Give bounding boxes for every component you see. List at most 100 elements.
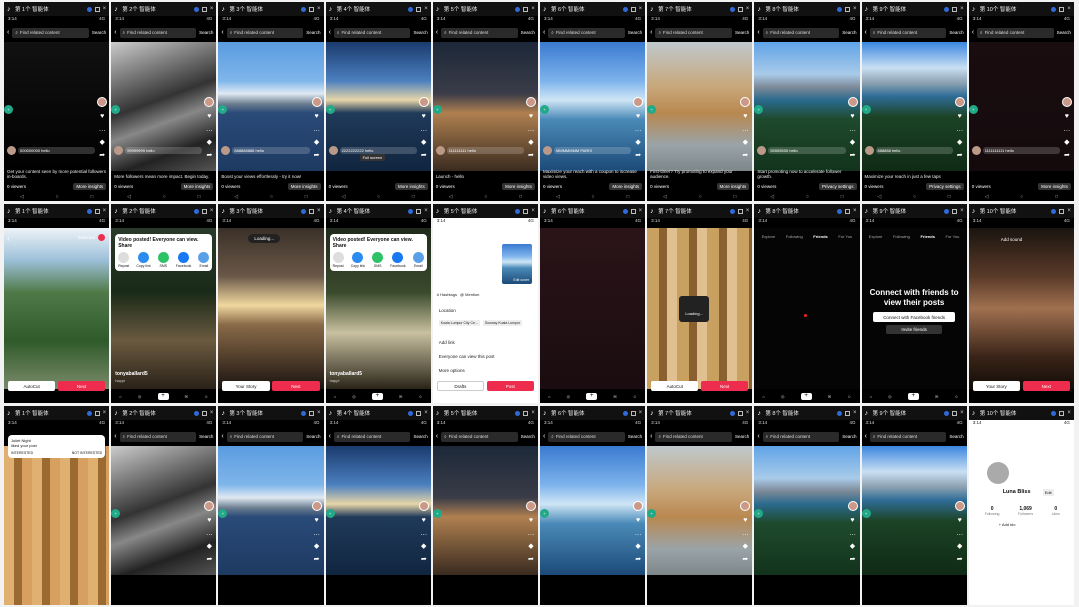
- bookmark-icon[interactable]: ◆: [849, 543, 856, 550]
- search-button[interactable]: Search: [949, 30, 963, 35]
- back-icon[interactable]: ‹: [114, 29, 116, 36]
- maximize-button[interactable]: [844, 6, 850, 12]
- create-button[interactable]: +: [586, 392, 598, 400]
- maximize-button[interactable]: [630, 6, 636, 12]
- friends-icon[interactable]: ◎: [138, 394, 142, 399]
- more-insights-button[interactable]: More insights: [716, 183, 750, 190]
- close-button[interactable]: ×: [960, 410, 964, 416]
- close-button[interactable]: ×: [960, 208, 964, 214]
- search-button[interactable]: Search: [842, 30, 856, 35]
- search-button[interactable]: Search: [949, 434, 963, 439]
- search-input[interactable]: ⌕ Find related content: [333, 431, 411, 442]
- like-icon[interactable]: ♥: [635, 113, 642, 120]
- tab-friends[interactable]: Friends: [813, 234, 827, 239]
- full-screen-button[interactable]: Full screen: [359, 154, 386, 161]
- creator-avatar[interactable]: [97, 97, 108, 107]
- back-icon[interactable]: ‹: [650, 29, 652, 36]
- more-insights-button[interactable]: More insights: [180, 183, 214, 190]
- back-icon[interactable]: ‹: [865, 29, 867, 36]
- not-interested-button[interactable]: NOT INTERESTED: [72, 451, 102, 455]
- share-icon[interactable]: ➦: [313, 152, 320, 159]
- tab-foryou[interactable]: For You: [946, 234, 960, 239]
- maximize-button[interactable]: [309, 410, 315, 416]
- mention-button[interactable]: @ Mention: [460, 292, 479, 297]
- create-button[interactable]: +: [907, 392, 919, 400]
- video-frame[interactable]: [325, 446, 431, 575]
- bookmark-icon[interactable]: ◆: [635, 543, 642, 550]
- video-frame[interactable]: [432, 446, 538, 575]
- search-button[interactable]: Search: [628, 30, 642, 35]
- share-icon[interactable]: ➦: [420, 556, 427, 563]
- maximize-button[interactable]: [952, 208, 958, 214]
- location-chip[interactable]: Kuala Lumpur City Ce...: [438, 320, 480, 326]
- tab-following[interactable]: Following: [786, 234, 803, 239]
- next-button[interactable]: Next: [272, 381, 320, 391]
- bookmark-icon[interactable]: ◆: [313, 139, 320, 146]
- inbox-icon[interactable]: ✉: [828, 394, 831, 399]
- back-icon[interactable]: ‹: [329, 29, 331, 36]
- maximize-button[interactable]: [952, 6, 958, 12]
- tab-friends[interactable]: Friends: [920, 234, 934, 239]
- like-icon[interactable]: ♥: [635, 517, 642, 524]
- back-icon[interactable]: ‹: [757, 29, 759, 36]
- maximize-button[interactable]: [416, 410, 422, 416]
- bookmark-icon[interactable]: ◆: [635, 139, 642, 146]
- home-icon[interactable]: ⌂: [119, 394, 121, 399]
- recent-nav-icon[interactable]: □: [90, 194, 93, 200]
- back-nav-icon[interactable]: ◁: [877, 194, 881, 200]
- close-button[interactable]: ×: [317, 208, 321, 214]
- search-button[interactable]: Search: [628, 434, 642, 439]
- share-icon[interactable]: ➦: [635, 152, 642, 159]
- search-input[interactable]: ⌕ Find related content: [655, 27, 733, 38]
- search-input[interactable]: ⌕ Find related content: [119, 27, 197, 38]
- recent-nav-icon[interactable]: □: [519, 194, 522, 200]
- close-button[interactable]: ×: [317, 410, 321, 416]
- privacy-settings-button[interactable]: Privacy settings: [926, 183, 964, 190]
- search-input[interactable]: ⌕ Find related content: [119, 431, 197, 442]
- back-nav-icon[interactable]: ◁: [985, 194, 989, 200]
- bookmark-icon[interactable]: ◆: [742, 139, 749, 146]
- home-nav-icon[interactable]: ○: [377, 194, 380, 200]
- inbox-icon[interactable]: ✉: [185, 394, 188, 399]
- share-icon[interactable]: ➦: [1063, 152, 1070, 159]
- maximize-button[interactable]: [523, 410, 529, 416]
- close-button[interactable]: ×: [103, 410, 107, 416]
- share-option-copy-link[interactable]: Copy link: [351, 252, 365, 268]
- creator-avatar[interactable]: [311, 97, 322, 107]
- video-frame[interactable]: [539, 446, 646, 575]
- maximize-button[interactable]: [523, 208, 529, 214]
- search-button[interactable]: Search: [413, 30, 427, 35]
- like-icon[interactable]: ♥: [313, 113, 320, 120]
- search-button[interactable]: Search: [306, 30, 320, 35]
- maximize-button[interactable]: [1059, 208, 1065, 214]
- bookmark-icon[interactable]: ◆: [313, 543, 320, 550]
- comment-icon[interactable]: …: [420, 530, 427, 537]
- recent-nav-icon[interactable]: □: [948, 194, 951, 200]
- share-icon[interactable]: ➦: [206, 556, 213, 563]
- like-icon[interactable]: ♥: [849, 517, 856, 524]
- close-button[interactable]: ×: [103, 6, 107, 12]
- share-option-facebook[interactable]: Facebook: [176, 252, 191, 268]
- edit-cover-button[interactable]: Edit cover: [513, 278, 529, 282]
- home-nav-icon[interactable]: ○: [806, 194, 809, 200]
- close-button[interactable]: ×: [639, 208, 643, 214]
- comment-icon[interactable]: …: [956, 530, 963, 537]
- search-input[interactable]: ⌕ Find related content: [655, 431, 733, 442]
- bookmark-icon[interactable]: ◆: [206, 139, 213, 146]
- home-icon[interactable]: ⌂: [334, 394, 336, 399]
- share-icon[interactable]: ➦: [742, 556, 749, 563]
- recent-nav-icon[interactable]: □: [733, 194, 736, 200]
- creator-avatar[interactable]: [633, 97, 644, 107]
- home-nav-icon[interactable]: ○: [163, 194, 166, 200]
- video-frame[interactable]: [4, 446, 110, 605]
- back-icon[interactable]: ‹: [221, 433, 223, 440]
- close-button[interactable]: ×: [424, 410, 428, 416]
- like-icon[interactable]: ♥: [527, 113, 534, 120]
- tab-foryou[interactable]: For You: [838, 234, 852, 239]
- autocut-button[interactable]: AutoCut: [651, 381, 699, 391]
- home-nav-icon[interactable]: ○: [699, 194, 702, 200]
- bookmark-icon[interactable]: ◆: [742, 543, 749, 550]
- friends-icon[interactable]: ◎: [888, 394, 892, 399]
- connect-facebook-button[interactable]: Connect with Facebook friends: [873, 312, 956, 322]
- like-icon[interactable]: ♥: [1063, 113, 1070, 120]
